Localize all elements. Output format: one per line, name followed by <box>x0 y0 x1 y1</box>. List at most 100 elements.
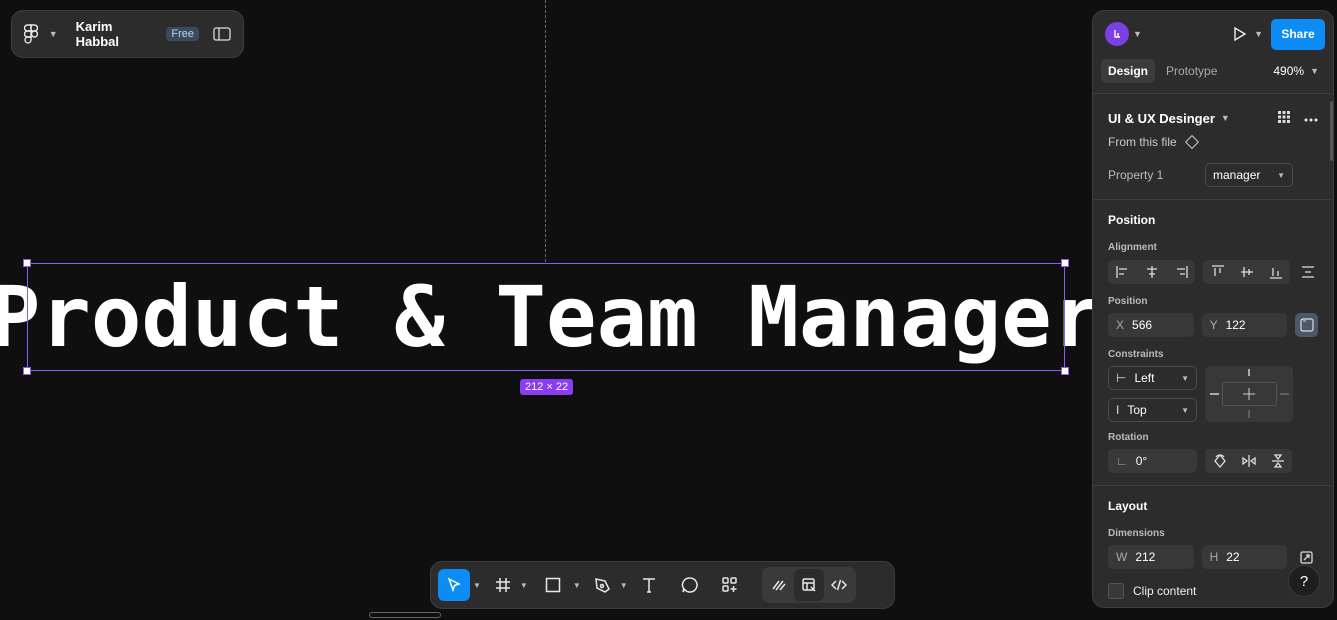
mode-toggle-group <box>761 567 856 603</box>
chevron-down-icon[interactable]: ▼ <box>49 29 58 39</box>
draw-icon <box>772 580 786 591</box>
plan-badge: Free <box>166 27 199 41</box>
file-menu-pill: ▼ Karim Habbal Free <box>11 10 244 58</box>
position-section-title: Position <box>1108 213 1156 227</box>
pen-icon <box>594 578 610 593</box>
w-value: 212 <box>1135 550 1156 564</box>
tab-design[interactable]: Design <box>1101 59 1156 83</box>
grid-icon[interactable] <box>1278 110 1290 126</box>
share-button[interactable]: Share <box>1271 18 1325 50</box>
text-icon <box>642 578 655 593</box>
absolute-position-icon[interactable] <box>1295 313 1318 337</box>
align-center-horizontal-icon[interactable] <box>1137 260 1166 284</box>
vertical-constraint-select[interactable]: I Top ▼ <box>1108 398 1197 422</box>
frame-icon <box>495 578 510 592</box>
align-center-vertical-icon[interactable] <box>1232 260 1261 284</box>
actions-tool-button[interactable] <box>710 569 750 601</box>
properties-panel: ▼ ▼ Share Design Prototype 490% ▼ UI & U… <box>1092 10 1334 608</box>
text-tool-button[interactable] <box>628 569 670 601</box>
chevron-down-icon[interactable]: ▼ <box>1221 113 1230 123</box>
vertical-align-group <box>1203 260 1290 284</box>
clip-content-checkbox[interactable] <box>1108 583 1124 599</box>
component-name[interactable]: UI & UX Desinger <box>1108 111 1215 126</box>
avatar[interactable] <box>1105 22 1129 46</box>
w-prefix: W <box>1116 550 1128 564</box>
chevron-down-icon[interactable]: ▼ <box>1133 29 1142 39</box>
flip-vertical-icon[interactable] <box>1263 449 1292 473</box>
chevron-down-icon[interactable]: ▼ <box>517 569 528 601</box>
x-value: 566 <box>1132 318 1153 332</box>
component-diamond-icon[interactable] <box>1184 134 1199 150</box>
frame-tool-button[interactable] <box>489 569 517 601</box>
help-button[interactable]: ? <box>1288 565 1320 597</box>
chevron-down-icon[interactable]: ▼ <box>1310 66 1319 76</box>
transform-group <box>1205 449 1292 473</box>
rotate-icon[interactable] <box>1205 449 1234 473</box>
comment-icon <box>681 577 698 593</box>
sidebar-toggle-icon[interactable] <box>213 27 231 41</box>
chevron-down-icon[interactable]: ▼ <box>1254 29 1263 39</box>
h-value: 22 <box>1226 550 1240 564</box>
rotation-label: Rotation <box>1108 431 1149 443</box>
resize-handle-bottom-right[interactable] <box>1061 367 1069 375</box>
design-mode-button[interactable] <box>793 569 824 601</box>
home-indicator <box>369 612 441 618</box>
layout-section-title: Layout <box>1108 499 1148 513</box>
height-field[interactable]: H 22 <box>1201 545 1288 569</box>
alignment-label: Alignment <box>1108 241 1157 253</box>
figma-logo-icon[interactable] <box>24 23 46 45</box>
chevron-down-icon[interactable]: ▼ <box>570 569 581 601</box>
align-right-icon[interactable] <box>1166 260 1195 284</box>
resize-handle-bottom-left[interactable] <box>23 367 31 375</box>
property-value: manager <box>1213 168 1261 182</box>
dev-mode-button[interactable] <box>824 569 854 601</box>
horizontal-constraint-select[interactable]: ⊢ Left ▼ <box>1108 366 1197 390</box>
panel-scrollbar[interactable] <box>1330 101 1333 161</box>
position-label: Position <box>1108 295 1148 307</box>
play-icon[interactable] <box>1230 25 1248 43</box>
constraints-label: Constraints <box>1108 348 1164 360</box>
chevron-down-icon[interactable]: ▼ <box>470 569 481 601</box>
property-select[interactable]: manager ▼ <box>1205 163 1293 187</box>
bottom-toolbar: ▼ ▼ ▼ ▼ <box>430 561 895 609</box>
horizontal-align-group <box>1108 260 1195 284</box>
design-icon <box>801 578 816 592</box>
move-tool-button[interactable] <box>438 569 470 601</box>
angle-icon: ∟ <box>1116 454 1128 468</box>
dimensions-label: Dimensions <box>1108 527 1165 539</box>
zoom-level[interactable]: 490% <box>1273 64 1304 78</box>
width-field[interactable]: W 212 <box>1108 545 1194 569</box>
actions-icon <box>721 577 737 592</box>
constraint-widget[interactable] <box>1205 366 1293 422</box>
align-top-icon[interactable] <box>1203 260 1232 284</box>
shape-tool-button[interactable] <box>536 569 570 601</box>
code-icon <box>830 579 847 591</box>
x-position-field[interactable]: X 566 <box>1108 313 1194 337</box>
file-name[interactable]: Karim Habbal <box>76 19 159 49</box>
rotation-value: 0° <box>1135 454 1148 468</box>
cursor-icon <box>447 577 461 593</box>
more-options-icon[interactable] <box>1304 111 1318 125</box>
clip-content-label: Clip content <box>1133 584 1197 598</box>
vertical-constraint-icon: I <box>1116 403 1120 417</box>
horizontal-constraint-value: Left <box>1134 371 1155 385</box>
comment-tool-button[interactable] <box>670 569 710 601</box>
y-position-field[interactable]: Y 122 <box>1201 313 1288 337</box>
selection-box[interactable] <box>27 263 1065 371</box>
chevron-down-icon: ▼ <box>1181 405 1189 415</box>
draw-mode-button[interactable] <box>764 569 794 601</box>
chevron-down-icon: ▼ <box>1181 373 1189 383</box>
flip-horizontal-icon[interactable] <box>1234 449 1263 473</box>
align-left-icon[interactable] <box>1108 260 1137 284</box>
h-prefix: H <box>1209 550 1219 564</box>
y-prefix: Y <box>1209 318 1218 332</box>
rotation-field[interactable]: ∟ 0° <box>1108 449 1197 473</box>
tab-prototype[interactable]: Prototype <box>1159 59 1224 83</box>
resize-handle-top-right[interactable] <box>1061 259 1069 267</box>
vertical-guide <box>545 0 546 262</box>
distribute-icon[interactable] <box>1298 260 1318 284</box>
pen-tool-button[interactable] <box>589 569 617 601</box>
align-bottom-icon[interactable] <box>1261 260 1290 284</box>
chevron-down-icon[interactable]: ▼ <box>617 569 628 601</box>
resize-handle-top-left[interactable] <box>23 259 31 267</box>
